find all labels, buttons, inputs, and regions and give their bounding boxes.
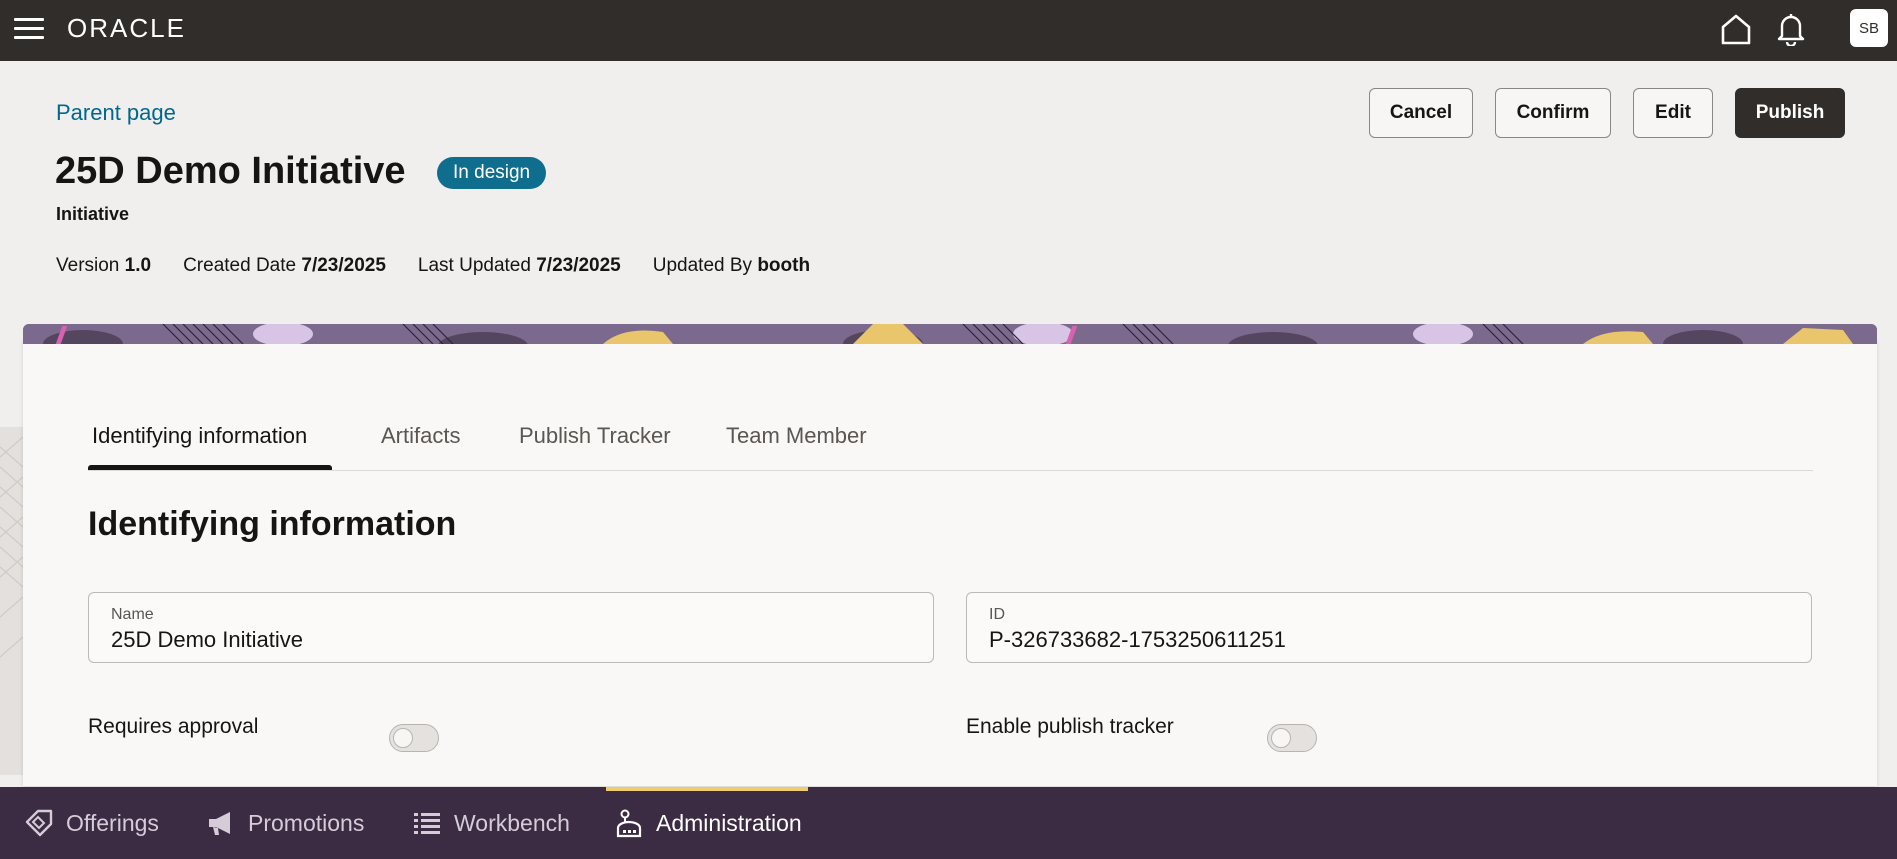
nav-offerings-label: Offerings (66, 809, 159, 836)
active-tab-indicator (88, 465, 332, 470)
home-icon[interactable] (1719, 12, 1753, 46)
oracle-logo: ORACLE (67, 13, 186, 43)
id-field[interactable]: ID P-326733682-1753250611251 (966, 592, 1812, 663)
side-decoration (0, 427, 23, 775)
bottom-navigation: Offerings Promotions Workbench Administr… (0, 787, 1897, 859)
avatar[interactable]: SB (1850, 9, 1888, 47)
menu-icon[interactable] (14, 18, 44, 40)
publish-button[interactable]: Publish (1735, 88, 1845, 138)
requires-approval-toggle[interactable] (389, 724, 439, 752)
name-field-value: 25D Demo Initiative (111, 627, 303, 652)
name-field[interactable]: Name 25D Demo Initiative (88, 592, 934, 663)
content-card (23, 340, 1877, 786)
nav-workbench-label: Workbench (454, 809, 570, 836)
last-updated-meta: Last Updated 7/23/2025 (417, 255, 621, 276)
nav-workbench[interactable]: Workbench (412, 787, 570, 859)
created-date-meta: Created Date 7/23/2025 (183, 255, 386, 276)
nav-promotions-label: Promotions (248, 809, 365, 836)
section-title: Identifying information (88, 505, 457, 543)
page-title: 25D Demo Initiative (55, 150, 406, 192)
confirm-button[interactable]: Confirm (1495, 88, 1611, 138)
enable-publish-tracker-label: Enable publish tracker (966, 715, 1174, 738)
edit-button[interactable]: Edit (1633, 88, 1713, 138)
version-meta: Version 1.0 (56, 255, 152, 276)
id-field-value: P-326733682-1753250611251 (989, 627, 1286, 652)
status-badge: In design (437, 157, 547, 189)
id-field-label: ID (989, 606, 1005, 623)
nav-administration[interactable]: Administration (606, 787, 808, 859)
tab-artifacts[interactable]: Artifacts (381, 423, 460, 449)
tab-publish-tracker[interactable]: Publish Tracker (519, 423, 671, 449)
list-icon (414, 813, 440, 834)
name-field-label: Name (111, 606, 154, 623)
enable-publish-tracker-toggle[interactable] (1267, 724, 1317, 752)
tab-team-member[interactable]: Team Member (726, 423, 867, 449)
toggle-knob (1271, 728, 1291, 748)
page-subtitle: Initiative (56, 204, 130, 224)
top-bar: ORACLE SB (0, 0, 1897, 61)
requires-approval-label: Requires approval (88, 715, 259, 738)
updated-by-meta: Updated By booth (652, 255, 811, 276)
tab-bar: Identifying information Artifacts Publis… (88, 415, 1813, 471)
cancel-button[interactable]: Cancel (1369, 88, 1473, 138)
toggle-knob (393, 728, 413, 748)
admin-icon (616, 809, 642, 838)
nav-promotions[interactable]: Promotions (206, 787, 364, 859)
decorative-banner (23, 324, 1877, 344)
megaphone-icon (209, 812, 230, 835)
metadata-row: Version 1.0 Created Date 7/23/2025 Last … (56, 255, 810, 277)
bell-icon[interactable] (1774, 12, 1808, 46)
tab-identifying-information[interactable]: Identifying information (92, 423, 307, 449)
parent-page-link[interactable]: Parent page (56, 100, 176, 126)
tag-icon (25, 809, 53, 837)
nav-offerings[interactable]: Offerings (24, 787, 159, 859)
nav-administration-label: Administration (656, 809, 802, 836)
